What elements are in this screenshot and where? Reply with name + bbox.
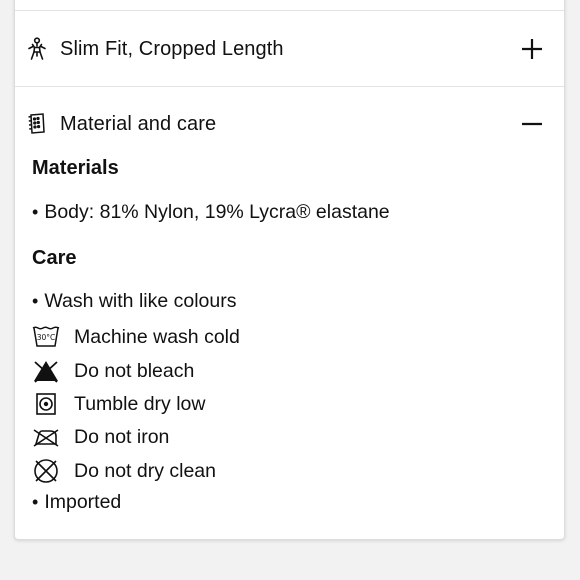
no-iron-icon (32, 424, 60, 450)
accordion-fit-label: Slim Fit, Cropped Length (60, 37, 284, 60)
list-item: • Wash with like colours (32, 290, 547, 313)
no-dry-clean-icon (32, 458, 60, 484)
person-icon (26, 37, 48, 60)
plus-icon[interactable] (520, 37, 544, 61)
materials-heading: Materials (32, 157, 119, 179)
care-instruction: Do not iron (32, 422, 169, 452)
accordion-material-label: Material and care (60, 112, 217, 135)
product-details-card: Slim Fit, Cropped Length Material and ca… (14, 0, 565, 540)
tumble-dry-low-icon (32, 391, 60, 417)
care-label: Tumble dry low (74, 392, 206, 415)
care-label: Do not bleach (74, 359, 195, 382)
care-instruction: Tumble dry low (32, 389, 205, 419)
care-label: Do not dry clean (74, 459, 216, 482)
care-footer: Imported (44, 491, 122, 513)
care-heading: Care (32, 247, 77, 269)
list-item: • Imported (32, 491, 547, 514)
accordion-material[interactable]: Material and care (15, 87, 564, 161)
list-item: • Body: 81% Nylon, 19% Lycra® elastane (32, 201, 547, 224)
materials-section: Materials (32, 157, 547, 180)
care-label: Do not iron (74, 425, 170, 448)
wash-temp-label: 30°C (37, 333, 56, 342)
fabric-tag-icon (26, 113, 48, 135)
care-instruction: 30°C Machine wash cold (32, 322, 240, 352)
wash-30c-icon: 30°C (32, 324, 60, 350)
care-section: Care (32, 247, 547, 270)
care-label: Machine wash cold (74, 325, 240, 348)
care-intro: Wash with like colours (44, 290, 237, 312)
minus-icon[interactable] (520, 112, 544, 136)
divider (15, 10, 564, 11)
care-instruction: Do not bleach (32, 356, 194, 386)
accordion-fit[interactable]: Slim Fit, Cropped Length (15, 12, 564, 87)
bullet-dot: • (32, 291, 39, 311)
bullet-dot: • (32, 202, 39, 222)
bullet-dot: • (32, 492, 39, 512)
material-composition: Body: 81% Nylon, 19% Lycra® elastane (44, 201, 390, 223)
no-bleach-icon (32, 358, 60, 384)
care-instruction: Do not dry clean (32, 456, 216, 486)
